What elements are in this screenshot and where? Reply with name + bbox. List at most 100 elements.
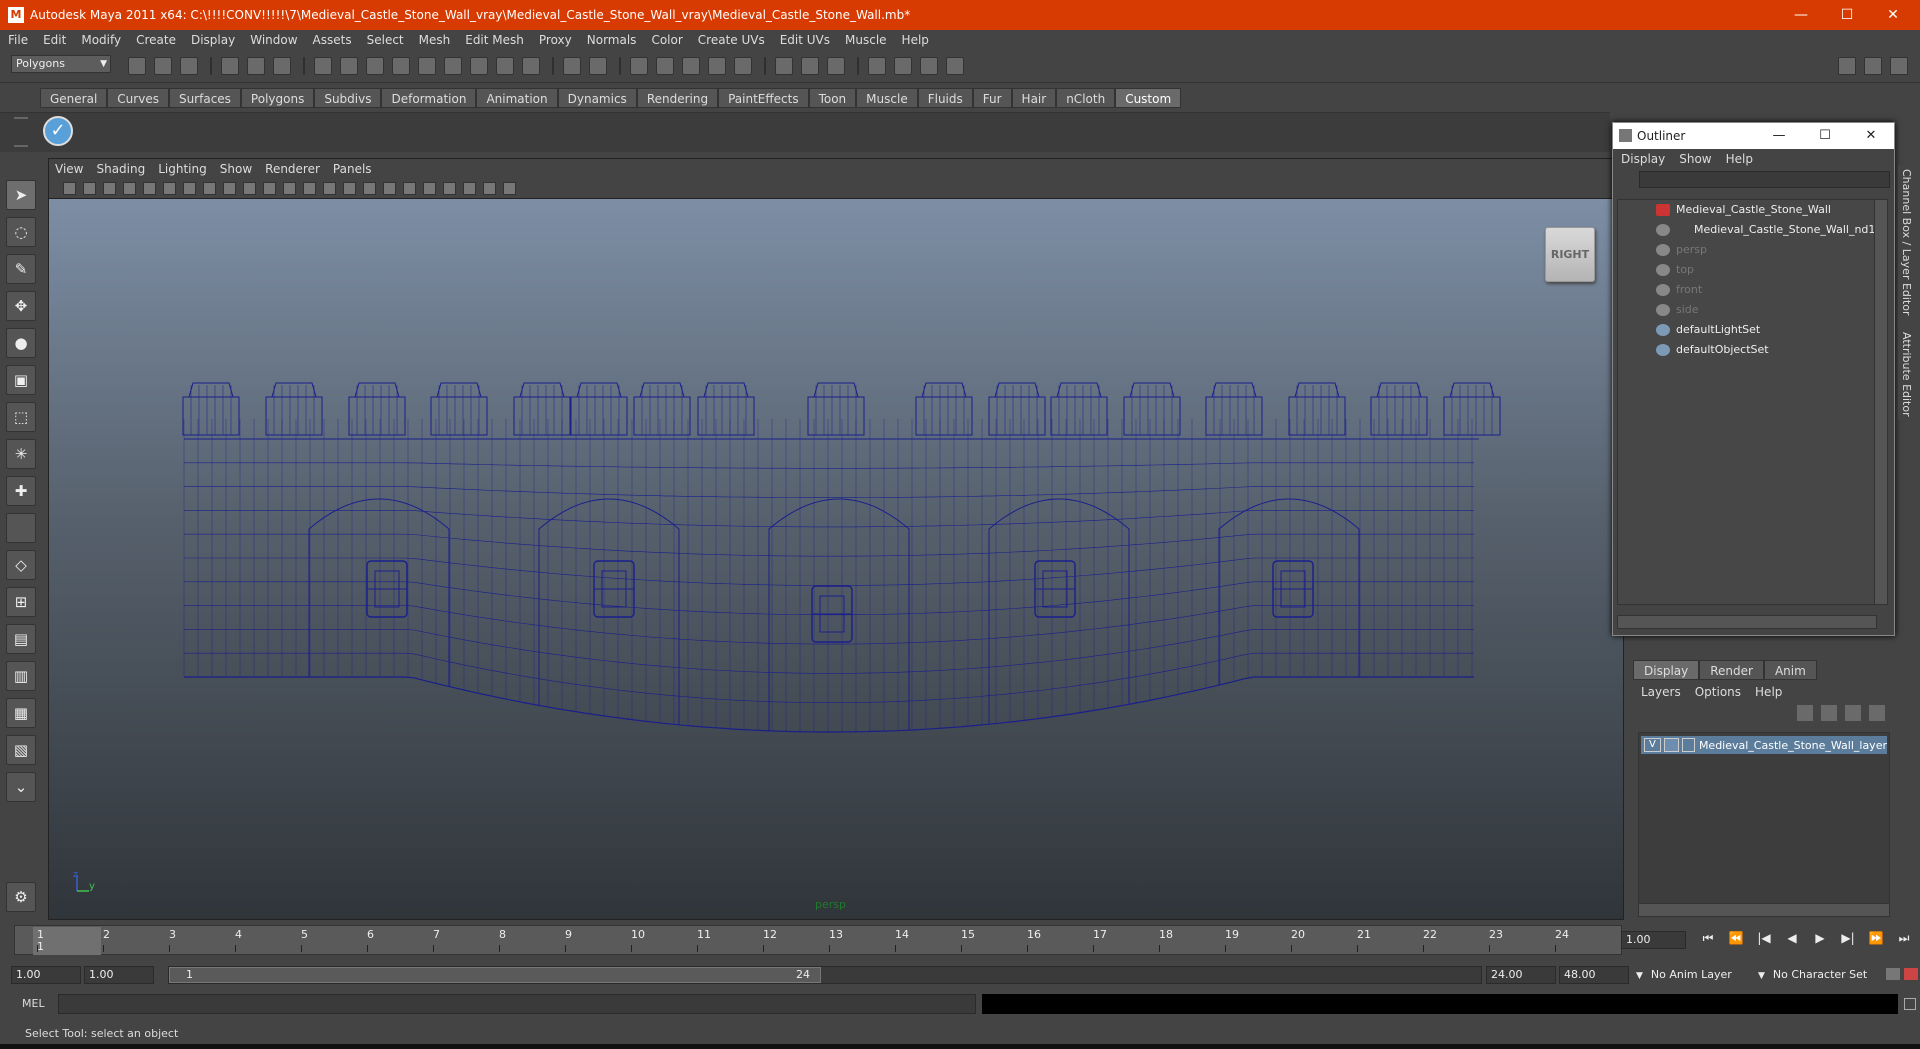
menu-edit-uvs[interactable]: Edit UVs xyxy=(780,33,830,47)
shelf-tab-deformation[interactable]: Deformation xyxy=(381,88,477,108)
four-view-layout-icon[interactable]: ⊞ xyxy=(6,587,36,617)
layer-row[interactable]: V Medieval_Castle_Stone_Wall_layer xyxy=(1641,736,1887,754)
highlight-selection-icon[interactable] xyxy=(589,57,607,75)
rotate-tool-icon[interactable]: ● xyxy=(6,328,36,358)
last-tool-icon[interactable] xyxy=(6,513,36,543)
image-plane-icon[interactable] xyxy=(123,182,136,195)
shelf-tab-ncloth[interactable]: nCloth xyxy=(1056,88,1116,108)
menu-color[interactable]: Color xyxy=(651,33,682,47)
step-forward-frame-button[interactable]: ▶| xyxy=(1834,931,1862,946)
safe-title-icon[interactable] xyxy=(283,182,296,195)
panel-menu-view[interactable]: View xyxy=(55,162,83,176)
mask-rendering-icon[interactable] xyxy=(470,57,488,75)
outliner-item[interactable]: persp xyxy=(1618,240,1876,260)
close-button[interactable]: ✕ xyxy=(1870,0,1916,30)
preferences-icon[interactable] xyxy=(1904,968,1918,980)
menu-help[interactable]: Help xyxy=(902,33,929,47)
menu-file[interactable]: File xyxy=(8,33,28,47)
outliner-minimize-button[interactable]: — xyxy=(1756,123,1802,149)
shadows-icon[interactable] xyxy=(423,182,436,195)
mask-joints-icon[interactable] xyxy=(340,57,358,75)
2d-pan-zoom-icon[interactable] xyxy=(143,182,156,195)
layer-menu-help[interactable]: Help xyxy=(1755,685,1782,699)
safe-action-icon[interactable] xyxy=(263,182,276,195)
snap-curve-icon[interactable] xyxy=(656,57,674,75)
new-layer-from-selection-icon[interactable] xyxy=(1869,705,1885,721)
snap-grid-icon[interactable] xyxy=(630,57,648,75)
shelf-tab-polygons[interactable]: Polygons xyxy=(240,88,315,108)
resolution-gate-icon[interactable] xyxy=(203,182,216,195)
snap-view-plane-icon[interactable] xyxy=(708,57,726,75)
attribute-editor-toggle-icon[interactable] xyxy=(1838,57,1856,75)
move-layer-down-icon[interactable] xyxy=(1821,705,1837,721)
shelf-tab-painteffects[interactable]: PaintEffects xyxy=(718,88,809,108)
outliner-maximize-button[interactable]: ☐ xyxy=(1802,123,1848,149)
layer-tab-render[interactable]: Render xyxy=(1699,660,1764,680)
menu-display[interactable]: Display xyxy=(191,33,235,47)
play-forwards-button[interactable]: ▶ xyxy=(1806,931,1834,946)
play-backwards-button[interactable]: ◀ xyxy=(1778,931,1806,946)
shelf-tab-fur[interactable]: Fur xyxy=(972,88,1012,108)
outliner-filter-input[interactable] xyxy=(1639,171,1890,188)
paint-select-tool-icon[interactable]: ✎ xyxy=(6,254,36,284)
panel-menu-renderer[interactable]: Renderer xyxy=(265,162,320,176)
script-editor-icon[interactable] xyxy=(1904,998,1916,1010)
shelf-tab-dynamics[interactable]: Dynamics xyxy=(557,88,637,108)
move-tool-icon[interactable]: ✥ xyxy=(6,291,36,321)
soft-mod-tool-icon[interactable]: ✳ xyxy=(6,439,36,469)
view-cube[interactable]: RIGHT xyxy=(1545,227,1595,282)
field-chart-icon[interactable] xyxy=(243,182,256,195)
scale-tool-icon[interactable]: ▣ xyxy=(6,365,36,395)
menu-proxy[interactable]: Proxy xyxy=(539,33,572,47)
camera-select-icon[interactable] xyxy=(63,182,76,195)
layer-visibility-toggle[interactable]: V xyxy=(1644,738,1661,752)
outliner-item[interactable]: Medieval_Castle_Stone_Wall_nd1_ xyxy=(1618,220,1876,240)
outliner-item[interactable]: top xyxy=(1618,260,1876,280)
minimize-button[interactable]: — xyxy=(1778,0,1824,30)
go-to-end-button[interactable]: ⏭ xyxy=(1890,931,1918,946)
menu-mesh[interactable]: Mesh xyxy=(419,33,451,47)
shelf-tab-muscle[interactable]: Muscle xyxy=(856,88,918,108)
input-ops-icon[interactable] xyxy=(775,57,793,75)
attribute-editor-tab[interactable]: Attribute Editor xyxy=(1898,328,1915,421)
persp-outliner-layout-icon[interactable]: ▤ xyxy=(6,624,36,654)
move-layer-up-icon[interactable] xyxy=(1797,705,1813,721)
animation-end-field[interactable]: 48.00 xyxy=(1559,966,1629,984)
question-icon[interactable] xyxy=(522,57,540,75)
select-tool-icon[interactable]: ➤ xyxy=(6,180,36,210)
outliner-item[interactable]: Medieval_Castle_Stone_Wall xyxy=(1618,200,1876,220)
tool-settings-toggle-icon[interactable] xyxy=(1864,57,1882,75)
use-all-lights-icon[interactable] xyxy=(403,182,416,195)
go-to-start-button[interactable]: ⏮ xyxy=(1694,931,1722,946)
select-hierarchy-icon[interactable] xyxy=(221,57,239,75)
command-language-label[interactable]: MEL xyxy=(22,997,45,1010)
playback-end-field[interactable]: 24.00 xyxy=(1486,966,1556,984)
mask-curves-icon[interactable] xyxy=(366,57,384,75)
save-scene-icon[interactable] xyxy=(180,57,198,75)
persp-hypergraph-layout-icon[interactable]: ▧ xyxy=(6,735,36,765)
outliner-item[interactable]: defaultLightSet xyxy=(1618,320,1876,340)
construction-history-icon[interactable] xyxy=(827,57,845,75)
wireframe-icon[interactable] xyxy=(303,182,316,195)
shelf-tab-animation[interactable]: Animation xyxy=(476,88,558,108)
menu-edit[interactable]: Edit xyxy=(43,33,66,47)
menu-select[interactable]: Select xyxy=(367,33,404,47)
menu-edit-mesh[interactable]: Edit Mesh xyxy=(465,33,524,47)
snap-point-icon[interactable] xyxy=(682,57,700,75)
outliner-item[interactable]: front xyxy=(1618,280,1876,300)
panel-menu-shading[interactable]: Shading xyxy=(96,162,145,176)
use-default-light-icon[interactable] xyxy=(383,182,396,195)
isolate-select-icon[interactable] xyxy=(443,182,456,195)
xray-joints-icon[interactable] xyxy=(483,182,496,195)
layout-options-chevron-icon[interactable]: ⌄ xyxy=(6,772,36,802)
character-set-dropdown[interactable]: ▼ No Character Set xyxy=(1758,966,1886,984)
shelf-tab-general[interactable]: General xyxy=(40,88,108,108)
ipr-render-icon[interactable] xyxy=(920,57,938,75)
hypershade-layout-icon[interactable]: ▦ xyxy=(6,698,36,728)
channel-box-toggle-icon[interactable] xyxy=(1890,57,1908,75)
manipulator-tool-icon[interactable]: ⬚ xyxy=(6,402,36,432)
range-bar[interactable]: 1 24 xyxy=(168,966,1482,984)
outliner-item[interactable]: side xyxy=(1618,300,1876,320)
menu-create-uvs[interactable]: Create UVs xyxy=(698,33,765,47)
layer-menu-layers[interactable]: Layers xyxy=(1641,685,1681,699)
